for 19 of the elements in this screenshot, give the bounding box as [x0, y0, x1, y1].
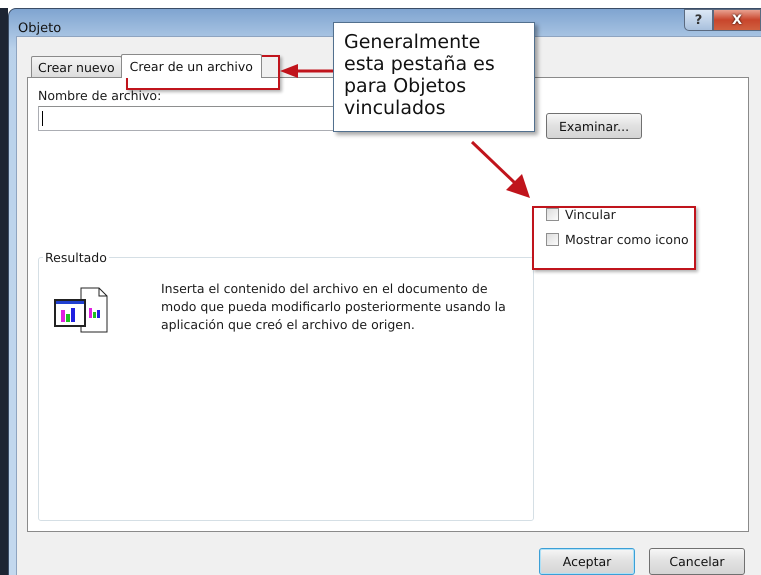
- arrow: [470, 140, 530, 198]
- close-button[interactable]: X: [713, 9, 761, 31]
- embedded-file-icon: [53, 286, 109, 334]
- checkbox[interactable]: [546, 233, 559, 246]
- checkbox-label: Mostrar como icono: [565, 232, 689, 247]
- result-description: Inserta el contenido del archivo en el documento de modo que pueda modificarlo posteriormente usando la aplicación que creó el archivo de origen.: [161, 280, 507, 334]
- checkbox-label: Vincular: [565, 207, 616, 222]
- cancel-button[interactable]: Cancelar: [649, 548, 745, 575]
- browse-button[interactable]: Examinar...: [546, 113, 642, 139]
- tab[interactable]: Crear de un archivo: [120, 54, 262, 78]
- help-button[interactable]: ?: [684, 9, 713, 31]
- groupbox-title: Resultado: [43, 250, 109, 265]
- checkbox[interactable]: [546, 208, 559, 221]
- arrow: [280, 64, 335, 78]
- callout-tooltip: Generalmente esta pestaña es para Objetos vinculados: [333, 22, 535, 132]
- ok-button[interactable]: Aceptar: [539, 548, 635, 575]
- tab[interactable]: Crear nuevo: [31, 56, 122, 77]
- window-title: Objeto: [18, 21, 62, 36]
- field-label: Nombre de archivo:: [38, 88, 162, 105]
